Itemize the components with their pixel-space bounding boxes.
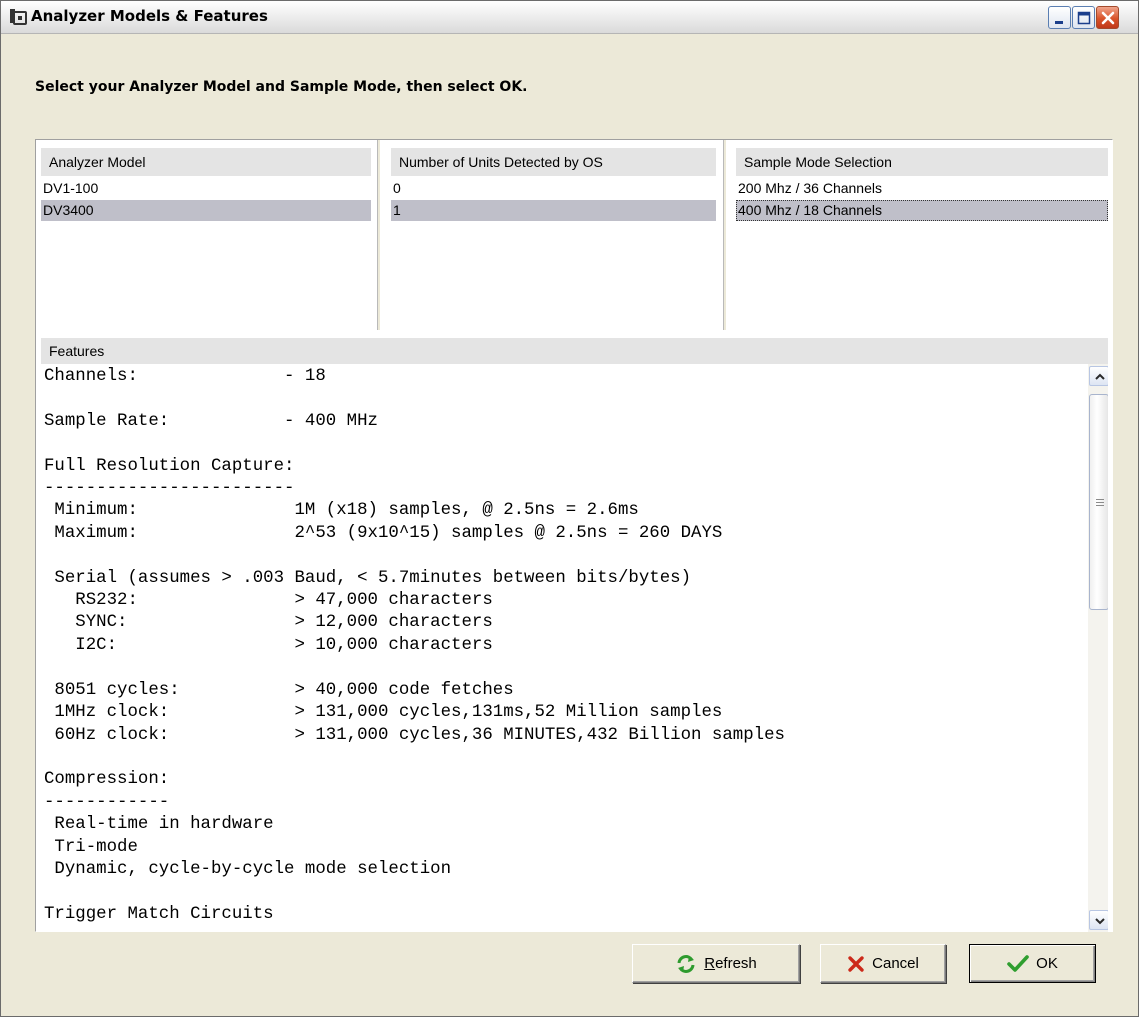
units-detected-header: Number of Units Detected by OS: [391, 148, 716, 176]
features-textbox[interactable]: Channels: - 18 Sample Rate: - 400 MHz Fu…: [41, 364, 1108, 932]
grip-icon: [1096, 499, 1104, 506]
minimize-icon: [1055, 21, 1063, 24]
features-header: Features: [41, 338, 1108, 364]
x-icon: [848, 955, 864, 972]
close-icon: [1101, 11, 1115, 25]
model-row[interactable]: DV1-100: [41, 178, 371, 199]
features-text: Channels: - 18 Sample Rate: - 400 MHz Fu…: [44, 367, 785, 924]
units-detected-list: Number of Units Detected by OS 0 1: [380, 140, 725, 330]
window-title: Analyzer Models & Features: [31, 7, 268, 25]
refresh-icon: [677, 954, 695, 973]
units-row-selected[interactable]: 1: [391, 200, 716, 221]
chevron-down-icon: [1095, 918, 1105, 925]
scroll-thumb[interactable]: [1089, 394, 1108, 610]
title-bar[interactable]: Analyzer Models & Features: [1, 1, 1138, 34]
selection-panel: Analyzer Model DV1-100 DV3400 Number of …: [35, 139, 1113, 932]
minimize-button[interactable]: [1048, 6, 1071, 29]
refresh-label-rest: efresh: [715, 955, 757, 972]
units-row[interactable]: 0: [391, 178, 716, 199]
scroll-down-button[interactable]: [1089, 910, 1108, 930]
cancel-button[interactable]: Cancel: [820, 944, 946, 983]
sample-mode-row[interactable]: 200 Mhz / 36 Channels: [736, 178, 1108, 199]
maximize-button[interactable]: [1072, 6, 1095, 29]
dialog-window: Analyzer Models & Features Select your A…: [0, 0, 1139, 1017]
ok-label: OK: [1036, 955, 1058, 972]
refresh-accel-letter: R: [704, 955, 716, 972]
maximize-icon: [1077, 11, 1091, 25]
sample-mode-row-selected[interactable]: 400 Mhz / 18 Channels: [736, 200, 1108, 221]
ok-button[interactable]: OK: [969, 944, 1096, 983]
sample-mode-header: Sample Mode Selection: [736, 148, 1108, 176]
scroll-up-button[interactable]: [1089, 366, 1108, 386]
close-button[interactable]: [1096, 6, 1119, 29]
cancel-label: Cancel: [872, 955, 919, 972]
instruction-text: Select your Analyzer Model and Sample Mo…: [35, 79, 528, 95]
analyzer-model-header: Analyzer Model: [41, 148, 371, 176]
vertical-scrollbar[interactable]: [1088, 364, 1108, 932]
refresh-button[interactable]: Refresh: [632, 944, 800, 983]
chevron-up-icon: [1095, 373, 1105, 380]
refresh-label: Refresh: [704, 955, 757, 972]
app-icon: [10, 9, 27, 25]
checkmark-icon: [1007, 954, 1029, 972]
analyzer-model-list: Analyzer Model DV1-100 DV3400: [36, 140, 379, 330]
sample-mode-list: Sample Mode Selection 200 Mhz / 36 Chann…: [726, 140, 1112, 330]
model-row-selected[interactable]: DV3400: [41, 200, 371, 221]
